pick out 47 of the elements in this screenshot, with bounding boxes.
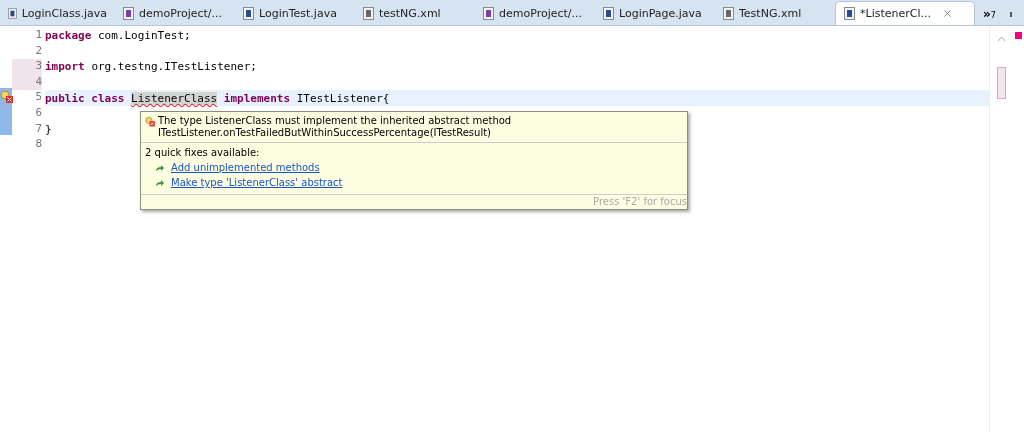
- code-line: import org.testng.ITestListener;: [45, 60, 257, 74]
- tab-label: demoProject/...: [499, 6, 583, 20]
- line-number: 7: [34, 121, 42, 137]
- file-icon: [603, 6, 614, 20]
- line-number: 6: [34, 105, 42, 121]
- file-icon: [243, 6, 254, 20]
- tab-overflow-button[interactable]: »7: [975, 7, 1004, 25]
- tab-label: *ListenerCl...: [860, 7, 931, 20]
- editor-tab[interactable]: TestNG.xml: [715, 1, 835, 25]
- scrollbar-thumb[interactable]: [996, 67, 1006, 99]
- fixes-heading: 2 quick fixes available:: [145, 147, 261, 158]
- editor-tab[interactable]: LoginTest.java: [235, 1, 355, 25]
- file-icon: [483, 6, 494, 20]
- editor-tab[interactable]: LoginPage.java: [595, 1, 715, 25]
- quick-fix-link[interactable]: Make type 'ListenerClass' abstract: [171, 177, 343, 188]
- minimize-icon[interactable]: [1009, 12, 1012, 17]
- tab-label: testNG.xml: [379, 6, 441, 20]
- line-number: 3: [12, 59, 42, 75]
- line-number: 8: [34, 137, 42, 153]
- scroll-up-icon[interactable]: [996, 36, 1006, 42]
- quick-fix-link[interactable]: Add unimplemented methods: [171, 162, 320, 173]
- tab-label: demoProject/...: [139, 6, 223, 20]
- focus-hint: Press 'F2' for focus: [593, 196, 687, 207]
- file-icon: [723, 6, 734, 20]
- file-icon: [123, 6, 134, 20]
- line-number: 2: [34, 43, 42, 59]
- tab-label: LoginTest.java: [259, 6, 337, 20]
- editor-tab[interactable]: testNG.xml: [355, 1, 475, 25]
- editor-tab[interactable]: *ListenerCl...: [835, 1, 975, 25]
- tab-label: LoginPage.java: [619, 6, 702, 20]
- file-icon: [844, 7, 855, 20]
- error-marker-icon: [1014, 32, 1022, 39]
- line-number: 5: [34, 90, 42, 106]
- editor-tab[interactable]: demoProject/...: [475, 1, 595, 25]
- file-icon: [363, 6, 374, 20]
- editor-tab[interactable]: LoginClass.java: [0, 1, 115, 25]
- editor-tab[interactable]: demoProject/...: [115, 1, 235, 25]
- error-bulb-icon: [145, 115, 155, 128]
- close-icon[interactable]: [942, 8, 953, 19]
- file-icon: [8, 6, 17, 20]
- tab-label: LoginClass.java: [21, 6, 107, 20]
- line-number: 1: [34, 28, 42, 43]
- error-message: The type ListenerClass must implement the inherited abstract method ITestListener.onTestFailedButWithinSuccessPercentage(ITestResult): [157, 115, 513, 139]
- code-line: public class ListenerClass implements ITestListener{: [45, 91, 390, 105]
- tab-label: TestNG.xml: [739, 6, 802, 20]
- code-line: }: [45, 122, 52, 136]
- code-line: package com.LoginTest;: [45, 29, 191, 43]
